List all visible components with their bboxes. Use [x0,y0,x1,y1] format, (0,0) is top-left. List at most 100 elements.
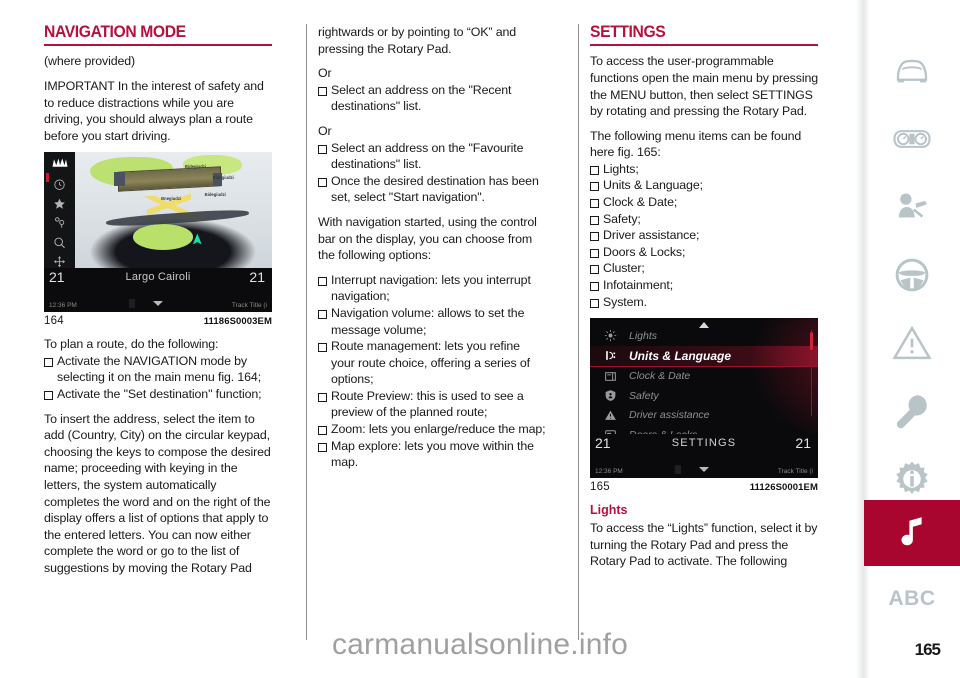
list-item: System. [590,294,818,311]
settings-status-bar: 21 SETTINGS 21 12:36 PM Track Title (i [590,434,818,479]
figure-164: Bidegiudzi Bidegiudzi Bidegiudzi Bnegiud… [44,152,272,327]
brand-logo-accent [46,173,49,183]
watermark: carmanualsonline.info [331,628,629,661]
list-item: Activate the "Set destination" function; [44,386,272,403]
favourite-destinations-icon[interactable] [52,197,67,210]
page-title-navigation-mode: NAVIGATION MODE [44,23,186,41]
settings-row-safety[interactable]: Safety [590,386,818,406]
navigation-important-paragraph: IMPORTANT In the interest of safety and … [44,78,264,143]
chevron-down-icon[interactable] [153,301,163,307]
nav-clock: 12:36 PM [49,302,77,310]
poi-location-icon[interactable] [52,216,67,229]
music-note-icon [901,517,922,546]
list-item: Cluster; [590,260,818,277]
figure-165: Lights Units & Language Clock & Date Saf… [590,318,818,493]
settings-screen-title: SETTINGS [671,437,737,450]
plan-route-intro: To plan a route, do the following: [44,337,219,352]
list-item: Zoom: lets you enlarge/reduce the map; [318,421,546,438]
list-item: Infotainment; [590,277,818,294]
figure-165-caption: 165 11126S0001EM [590,481,818,493]
navigation-status-bar: 21 Largo Cairoli 21 12:36 PM Track Title… [44,268,272,313]
settings-row-clock-date[interactable]: Clock & Date [590,367,818,387]
settings-screenshot: Lights Units & Language Clock & Date Saf… [590,318,818,479]
settings-menu-list: Lights; Units & Language; Clock & Date; … [590,161,818,310]
heading-rule [590,44,818,47]
continued-paragraph: rightwards or by pointing to “OK” and pr… [318,25,517,56]
list-item: Driver assistance; [590,227,818,244]
rail-item-warning-triangle[interactable] [864,310,960,376]
settings-clock: 12:36 PM [595,468,623,476]
rail-item-abc-index[interactable]: ABC [864,566,960,632]
page-title-settings: SETTINGS [590,23,666,41]
list-item: Once the desired destination has been se… [318,173,546,206]
plan-route-steps: Activate the NAVIGATION mode by selectin… [44,353,272,403]
nav-current-street: Largo Cairoli [125,271,191,284]
list-item: Route management: lets you refine your r… [318,338,546,388]
scrollbar-thumb[interactable] [810,332,813,351]
clock-date-icon [605,372,616,381]
rail-item-steering-wheel[interactable] [864,242,960,308]
list-item: Doors & Locks; [590,244,818,261]
settings-row-units-language[interactable]: Units & Language [590,345,818,367]
recent-destinations-icon[interactable] [52,178,67,191]
list-item: Lights; [590,161,818,178]
manual-page: NAVIGATION MODE (where provided) IMPORTA… [0,0,960,678]
settings-row-label: Units & Language [629,348,732,363]
settings-row-lights[interactable]: Lights [590,326,818,346]
rail-item-music-note[interactable] [864,500,960,566]
nav-track-title: Track Title (i [231,302,267,310]
nav-progress-dots [128,299,215,309]
brand-logo-icon [50,156,70,170]
zoom-icon[interactable] [52,236,67,249]
settings-right-value: 21 [795,435,811,452]
settings-intro-paragraph: To access the user-programmable function… [590,54,819,119]
nav-right-value: 21 [249,269,265,286]
settings-row-label: Safety [629,389,659,402]
rail-item-airbag-safety[interactable] [864,174,960,240]
list-item: Select an address on the "Recent destina… [318,82,546,115]
or-label-1: Or [318,66,332,81]
driver-assistance-warning-icon [605,410,616,420]
column-1: NAVIGATION MODE (where provided) IMPORTA… [44,23,272,585]
settings-row-driver-assistance[interactable]: Driver assistance [590,406,818,426]
settings-row-label: Lights [629,329,658,342]
settings-row-label: Driver assistance [629,409,710,422]
favourite-destinations-bullets: Select an address on the "Favourite dest… [318,140,546,206]
or-label-2: Or [318,123,332,138]
list-item: Units & Language; [590,177,818,194]
figure-number: 164 [44,315,64,328]
navigation-options-intro: With navigation started, using the contr… [318,214,537,263]
list-item: Route Preview: this is used to see a pre… [318,388,546,421]
list-item: Activate the NAVIGATION mode by selectin… [44,353,272,386]
figure-code: 11186S0003EM [203,316,272,328]
scroll-up-arrow-icon[interactable] [699,322,709,329]
chevron-down-icon[interactable] [699,467,709,473]
figure-number: 165 [590,481,610,494]
warning-triangle-icon [892,325,932,360]
insert-address-paragraph: To insert the address, select the item t… [44,411,271,575]
navigation-control-bar[interactable] [44,152,75,269]
rail-item-wrench[interactable] [864,378,960,444]
navigation-map-area: Bidegiudzi Bidegiudzi Bidegiudzi Bnegiud… [74,152,272,269]
navigation-options-list: Interrupt navigation: lets you interrupt… [318,272,546,471]
list-item: Navigation volume: allows to set the mes… [318,305,546,338]
rail-item-car-front[interactable] [864,38,960,104]
column-3: SETTINGS To access the user-programmable… [590,23,819,578]
map-street-label: Bnegiudzi [161,196,182,202]
column-divider-2 [578,24,579,640]
navigation-subtitle: (where provided) [44,54,136,69]
map-street-label: Bidegiudzi [204,191,226,197]
settings-row-label: Clock & Date [629,370,691,383]
settings-menu-screen[interactable]: Lights Units & Language Clock & Date Saf… [590,318,818,441]
rail-item-instrument-cluster[interactable] [864,106,960,172]
list-item: Select an address on the "Favourite dest… [318,140,546,173]
instrument-cluster-icon [893,130,931,148]
safety-shield-icon [605,390,616,402]
lights-icon [604,330,617,342]
units-language-icon [606,351,616,361]
map-explore-icon[interactable] [52,255,67,268]
wrench-icon [896,395,927,429]
list-item: Interrupt navigation: lets you interrupt… [318,272,546,305]
map-street-label: Bidegiudzi [184,163,207,169]
settings-track-title: Track Title (i [777,468,813,476]
